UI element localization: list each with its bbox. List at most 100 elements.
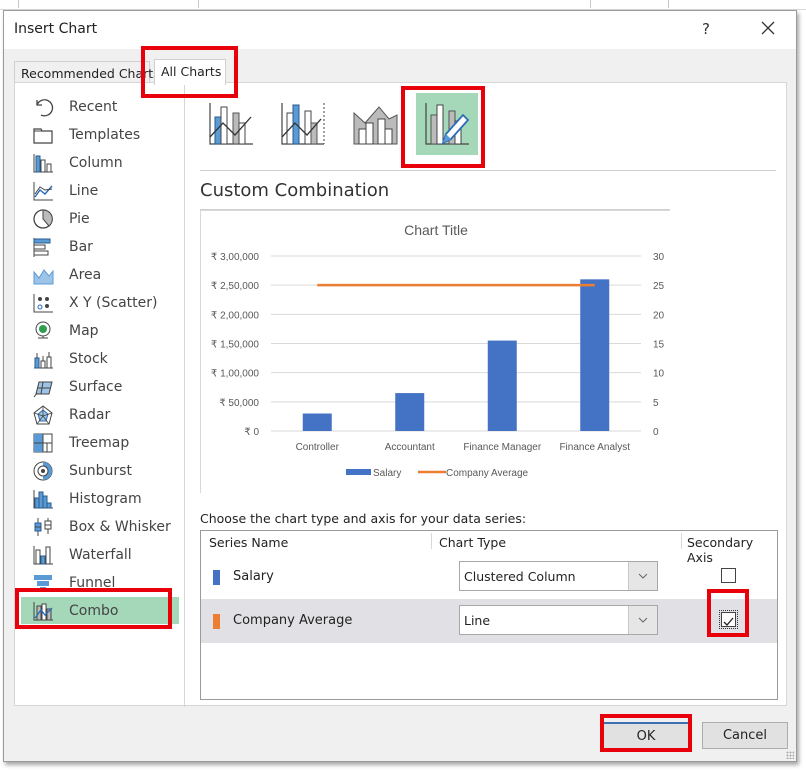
ribbon-separator: [198, 0, 199, 8]
y-secondary-tick-label: 5: [653, 398, 659, 409]
sidebar-item-surface[interactable]: Surface: [21, 373, 179, 400]
dialog-title: Insert Chart: [14, 21, 98, 37]
sidebar-item-treemap[interactable]: Treemap: [21, 429, 179, 456]
x-tick-label: Finance Analyst: [559, 442, 630, 453]
sidebar-item-bar[interactable]: Bar: [21, 233, 179, 260]
sidebar-item-area[interactable]: Area: [21, 261, 179, 288]
secondary-axis-checkbox-company-average[interactable]: [719, 610, 738, 629]
cancel-button[interactable]: Cancel: [702, 722, 788, 749]
sunburst-icon: [33, 461, 53, 480]
y-primary-tick-label: ₹ 3,00,000: [211, 252, 260, 263]
sidebar-item-templates[interactable]: Templates: [21, 121, 179, 148]
subtype-clustered-column-line[interactable]: [200, 93, 262, 155]
legend-label-salary: Salary: [373, 468, 401, 479]
chart-type-value: Clustered Column: [464, 569, 576, 584]
y-secondary-tick-label: 10: [653, 369, 665, 380]
header-chart-type: Chart Type: [439, 535, 507, 550]
sidebar-item-pie[interactable]: Pie: [21, 205, 179, 232]
sidebar-item-label: Column: [69, 154, 123, 171]
surface-chart-icon: [33, 381, 53, 397]
sidebar-item-label: Recent: [69, 98, 118, 115]
ok-button[interactable]: OK: [603, 722, 689, 749]
sidebar-item-label: Waterfall: [69, 546, 132, 563]
custom-combination-pencil-icon: [425, 103, 470, 145]
chevron-down-icon[interactable]: [628, 562, 657, 590]
x-tick-label: Controller: [296, 442, 340, 453]
y-secondary-tick-label: 30: [653, 252, 665, 263]
subtype-custom-combination[interactable]: [416, 93, 478, 155]
histogram-icon: [33, 489, 53, 508]
tab-all-charts[interactable]: All Charts: [154, 59, 226, 85]
series-instruction: Choose the chart type and axis for your …: [200, 511, 527, 526]
sidebar-item-combo[interactable]: Combo: [21, 597, 179, 624]
y-primary-tick-label: ₹ 2,50,000: [211, 281, 260, 292]
bar-controller: [302, 413, 332, 431]
y-primary-tick-label: ₹ 50,000: [219, 398, 259, 409]
series-name: Salary: [233, 569, 274, 584]
sidebar-item-box-whisker[interactable]: Box & Whisker: [21, 513, 179, 540]
ribbon-separator: [18, 0, 19, 8]
secondary-axis-checkbox-salary[interactable]: [721, 568, 736, 583]
y-primary-tick-label: ₹ 0: [244, 427, 259, 438]
line-chart-icon: [33, 181, 53, 200]
sidebar-item-stock[interactable]: Stock: [21, 345, 179, 372]
funnel-icon: [34, 574, 52, 592]
chart-type-sidebar: Recent Templates Column Line Pie Bar Area X Y (…: [15, 83, 185, 707]
chart-type-select-salary[interactable]: Clustered Column: [459, 561, 658, 591]
series-table: Series Name Chart Type Secondary Axis Sa…: [200, 530, 778, 700]
insert-chart-dialog: Insert Chart ? Recommended Charts All Ch…: [3, 10, 797, 762]
globe-icon: [35, 321, 51, 338]
y-primary-tick-label: ₹ 2,00,000: [211, 310, 260, 321]
chart-type-select-company-average[interactable]: Line: [459, 605, 658, 635]
radar-chart-icon: [33, 404, 53, 424]
sidebar-item-label: Sunburst: [69, 462, 132, 479]
stock-chart-icon: [34, 351, 53, 368]
sidebar-item-column[interactable]: Column: [21, 149, 179, 176]
series-row-salary: Salary Clustered Column: [201, 555, 777, 599]
series-color-swatch: [213, 570, 220, 585]
sidebar-item-label: Stock: [69, 350, 108, 367]
bar-accountant: [395, 393, 425, 431]
sidebar-item-funnel[interactable]: Funnel: [21, 569, 179, 596]
subtype-clustered-column-line-secondary[interactable]: [272, 93, 334, 155]
sidebar-item-label: Treemap: [69, 434, 130, 451]
title-bar: Insert Chart ?: [4, 11, 796, 49]
waterfall-icon: [33, 545, 53, 564]
help-button[interactable]: ?: [702, 20, 710, 38]
legend-swatch-salary: [346, 469, 371, 475]
sidebar-item-recent[interactable]: Recent: [21, 93, 179, 120]
sidebar-item-x-y-scatter[interactable]: X Y (Scatter): [21, 289, 179, 316]
subtype-stacked-area-clustered-column[interactable]: [344, 93, 406, 155]
header-separator: [431, 533, 432, 549]
column-chart-icon: [33, 153, 53, 172]
y-primary-tick-label: ₹ 1,50,000: [211, 340, 260, 351]
sidebar-item-label: Surface: [69, 378, 123, 395]
sidebar-item-sunburst[interactable]: Sunburst: [21, 457, 179, 484]
sidebar-item-waterfall[interactable]: Waterfall: [21, 541, 179, 568]
close-icon[interactable]: [756, 16, 780, 40]
tab-recommended-charts[interactable]: Recommended Charts: [14, 61, 160, 83]
area-chart-icon: [33, 268, 54, 284]
clustered-column-line-icon: [209, 103, 253, 145]
sidebar-item-map[interactable]: Map: [21, 317, 179, 344]
clustered-column-line-secondary-axis-icon: [281, 103, 325, 145]
folder-icon: [33, 127, 53, 144]
sidebar-item-label: Area: [69, 266, 102, 283]
combo-chart-svg: Chart Title ₹ 0 ₹ 50,000 ₹ 1,00,000 ₹ 1,50,0…: [211, 222, 665, 479]
checkmark-icon: [723, 617, 734, 626]
chart-panel: Recent Templates Column Line Pie Bar Area X Y (…: [14, 82, 787, 707]
y-primary-tick-label: ₹ 1,00,000: [211, 369, 260, 380]
header-series-name: Series Name: [209, 535, 289, 550]
pie-chart-icon: [33, 208, 53, 229]
sidebar-item-line[interactable]: Line: [21, 177, 179, 204]
x-tick-label: Finance Manager: [463, 442, 541, 453]
sidebar-item-histogram[interactable]: Histogram: [21, 485, 179, 512]
chart-type-value: Line: [464, 613, 491, 628]
chevron-down-icon[interactable]: [628, 606, 657, 634]
box-whisker-icon: [34, 517, 52, 536]
y-secondary-tick-label: 20: [653, 310, 665, 321]
resize-grip[interactable]: [786, 751, 794, 759]
sidebar-item-radar[interactable]: Radar: [21, 401, 179, 428]
scatter-chart-icon: [33, 293, 53, 312]
series-color-swatch: [213, 614, 220, 629]
